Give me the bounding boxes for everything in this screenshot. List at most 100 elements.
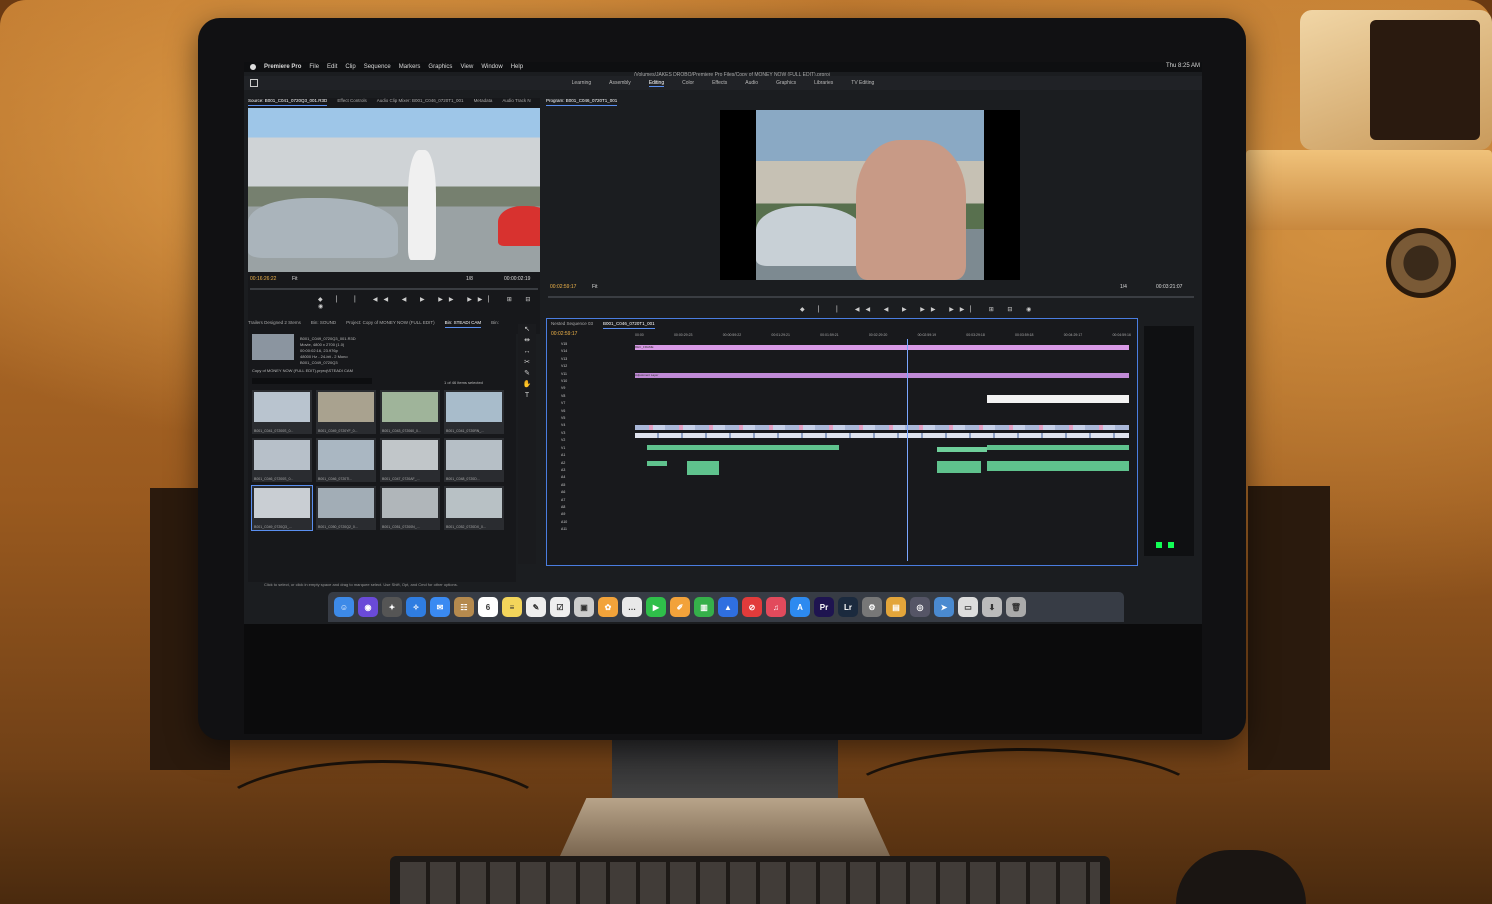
- project-search-input[interactable]: [252, 378, 372, 384]
- tab-trailers-bin[interactable]: Trailers Designed 2 Stems: [248, 320, 301, 328]
- track-label[interactable]: V7: [561, 400, 647, 407]
- dock-icon-music[interactable]: ♫: [766, 597, 786, 617]
- dock-icon-reminders[interactable]: ☑: [550, 597, 570, 617]
- dock-icon-downloads[interactable]: ⬇: [982, 597, 1002, 617]
- clip-thumbnail[interactable]: B001_C041_0720RN_...: [444, 390, 504, 434]
- clip-thumbnail[interactable]: B001_C052_0720DX_0...: [444, 486, 504, 530]
- dock-icon-facetime[interactable]: ▶: [646, 597, 666, 617]
- timeline-clip[interactable]: REC_FRAME: [635, 345, 1129, 350]
- dock-icon-disk-utility[interactable]: ◎: [910, 597, 930, 617]
- dock-icon-news[interactable]: ⊘: [742, 597, 762, 617]
- workspace-tab-tv-editing[interactable]: TV Editing: [851, 80, 874, 86]
- menu-graphics[interactable]: Graphics: [428, 64, 452, 70]
- dock-icon-app-store[interactable]: A: [790, 597, 810, 617]
- tab-metadata[interactable]: Metadata: [474, 98, 493, 106]
- source-scrubber[interactable]: [250, 288, 538, 290]
- clip-thumbnail[interactable]: B001_C041_07200S_0...: [252, 390, 312, 434]
- track-label[interactable]: V9: [561, 385, 647, 392]
- dock-icon-finder[interactable]: ☺: [334, 597, 354, 617]
- menu-view[interactable]: View: [460, 64, 473, 70]
- track-label[interactable]: V8: [561, 393, 647, 400]
- timeline-clip[interactable]: [987, 461, 1129, 471]
- dock-icon-trash[interactable]: 🗑: [1006, 597, 1026, 617]
- tab-source[interactable]: Source: B001_C041_0720Q3_001.R3D: [248, 98, 328, 106]
- track-label[interactable]: A1: [561, 452, 647, 459]
- program-resolution-select[interactable]: 1/4: [1120, 284, 1127, 290]
- timeline-clip[interactable]: [647, 461, 667, 466]
- track-label[interactable]: A3: [561, 467, 647, 474]
- workspace-tab-libraries[interactable]: Libraries: [814, 80, 833, 86]
- tab-steadicam-bin[interactable]: Bin: STEADI CAM: [444, 320, 482, 328]
- track-label[interactable]: V2: [561, 437, 647, 444]
- workspace-tab-editing[interactable]: Editing: [648, 80, 665, 87]
- menubar-clock[interactable]: Thu 8:25 AM: [1166, 63, 1200, 69]
- clip-thumbnail[interactable]: B001_C048_0720D...: [444, 438, 504, 482]
- track-label[interactable]: V5: [561, 415, 647, 422]
- tab-audio-clip-mixer[interactable]: Audio Clip Mixer: B001_C046_0720T1_001: [377, 98, 464, 106]
- tab-project[interactable]: Project: Copy of MONEY NOW (FULL EDIT): [346, 320, 435, 328]
- track-label[interactable]: V6: [561, 408, 647, 415]
- workspace-tab-assembly[interactable]: Assembly: [609, 80, 631, 86]
- menu-clip[interactable]: Clip: [345, 64, 355, 70]
- menu-markers[interactable]: Markers: [399, 64, 421, 70]
- menu-edit[interactable]: Edit: [327, 64, 337, 70]
- tab-effect-controls[interactable]: Effect Controls: [337, 98, 366, 106]
- dock-icon-folder[interactable]: ▤: [886, 597, 906, 617]
- dock-icon-safari[interactable]: ✧: [406, 597, 426, 617]
- clip-thumbnail[interactable]: B001_C043_072060_0...: [380, 390, 440, 434]
- dock-icon-migration[interactable]: ➤: [934, 597, 954, 617]
- track-label[interactable]: V1: [561, 445, 647, 452]
- dock-icon-keynote[interactable]: ▲: [718, 597, 738, 617]
- track-label[interactable]: A9: [561, 511, 647, 518]
- dock-icon-messages[interactable]: …: [622, 597, 642, 617]
- track-label[interactable]: A5: [561, 482, 647, 489]
- timeline-clip[interactable]: Adjustment Layer: [635, 373, 1129, 378]
- clip-thumbnail[interactable]: B001_C050_0720Q2_0...: [316, 486, 376, 530]
- track-label[interactable]: V10: [561, 378, 647, 385]
- dock-icon-photos[interactable]: ✿: [598, 597, 618, 617]
- app-menu[interactable]: Premiere Pro: [264, 64, 301, 70]
- source-fit-select[interactable]: Fit: [292, 276, 298, 282]
- timeline-ruler[interactable]: 00:00 00:00:29:23 00:00:59:22 00:01:29:2…: [635, 333, 1131, 339]
- clip-thumbnail[interactable]: B001_C051_07200N_...: [380, 486, 440, 530]
- program-scrubber[interactable]: [548, 296, 1194, 298]
- program-transport-controls[interactable]: ◆ ▏ ▏ ◀◀ ◀ ▶ ▶▶ ▶▶▏ ⊞ ⊟ ◉: [800, 306, 1037, 313]
- timeline-clip[interactable]: [937, 461, 981, 473]
- clip-thumbnail[interactable]: B001_C049_0720Q3_...: [251, 485, 313, 531]
- workspace-tab-effects[interactable]: Effects: [712, 80, 727, 86]
- menu-sequence[interactable]: Sequence: [364, 64, 391, 70]
- timeline-clip[interactable]: [937, 447, 987, 452]
- dock-icon-lightroom[interactable]: Lr: [838, 597, 858, 617]
- clip-thumbnail[interactable]: B001_C046_07200S_0...: [252, 438, 312, 482]
- dock-icon-terminal[interactable]: ▭: [958, 597, 978, 617]
- source-timecode[interactable]: 00:16:26:22: [250, 276, 276, 282]
- clip-thumbnail[interactable]: B001_C049_0720YF_0...: [316, 390, 376, 434]
- timeline-timecode[interactable]: 00:02:59:17: [551, 331, 577, 337]
- track-label[interactable]: A7: [561, 497, 647, 504]
- dock-icon-premiere-pro[interactable]: Pr: [814, 597, 834, 617]
- timeline-clip[interactable]: [987, 395, 1129, 403]
- workspace-tab-audio[interactable]: Audio: [745, 80, 758, 86]
- tab-sound-bin[interactable]: Bin: SOUND: [311, 320, 336, 328]
- dock-icon-launchpad[interactable]: ✦: [382, 597, 402, 617]
- clip-thumbnail[interactable]: B001_C047_0720AF_...: [380, 438, 440, 482]
- track-label[interactable]: A2: [561, 460, 647, 467]
- source-resolution-select[interactable]: 1/8: [466, 276, 473, 282]
- source-transport-controls[interactable]: ◆ ▏ ▏ ◀◀ ◀ ▶ ▶▶ ▶▶▏ ⊞ ⊟ ◉: [318, 296, 540, 310]
- timeline-clip[interactable]: [687, 461, 719, 475]
- dock-icon-pages[interactable]: ✐: [670, 597, 690, 617]
- menu-window[interactable]: Window: [481, 64, 502, 70]
- dock-icon-system-preferences[interactable]: ⚙: [862, 597, 882, 617]
- apple-icon[interactable]: [250, 64, 256, 70]
- timeline-clip[interactable]: [647, 445, 839, 450]
- track-label[interactable]: A4: [561, 474, 647, 481]
- dock-icon-notes[interactable]: ≡: [502, 597, 522, 617]
- workspace-tab-color[interactable]: Color: [682, 80, 694, 86]
- home-icon[interactable]: [250, 79, 258, 87]
- workspace-tab-learning[interactable]: Learning: [572, 80, 591, 86]
- menu-help[interactable]: Help: [511, 64, 523, 70]
- track-label[interactable]: V12: [561, 363, 647, 370]
- tab-nested-sequence[interactable]: Nested Sequence 03: [551, 321, 593, 329]
- timeline-clip[interactable]: [635, 433, 1129, 438]
- dock-icon-textedit[interactable]: ✎: [526, 597, 546, 617]
